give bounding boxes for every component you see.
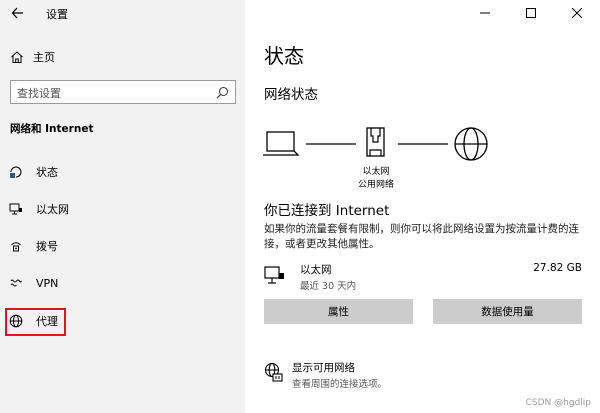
home-link[interactable]: 主页 [10, 48, 55, 66]
sidebar-item-label: 拨号 [36, 240, 58, 253]
back-button[interactable] [9, 4, 27, 22]
sidebar-item-status[interactable]: 状态 [8, 161, 228, 183]
minimize-button[interactable] [462, 0, 508, 26]
connection-time: 最近 30 天内 [300, 281, 357, 292]
close-icon [572, 8, 582, 18]
sidebar-item-ethernet[interactable]: 以太网 [8, 198, 228, 220]
back-arrow-icon [11, 7, 23, 19]
section-title: 网络和 Internet [10, 123, 94, 135]
search-input[interactable]: 查找设置 [10, 80, 236, 104]
available-networks-subtitle: 查看周围的连接选项。 [292, 379, 388, 390]
watermark: CSDN @hgdlip [525, 398, 591, 408]
ethernet-monitor-icon [8, 201, 24, 217]
laptop-icon [263, 131, 300, 156]
show-available-networks[interactable]: 显示可用网络 查看周围的连接选项。 [264, 360, 464, 392]
sidebar: 设置 主页 查找设置 网络和 Internet 状态 以太网 拨号 VPN 代理 [0, 0, 245, 413]
diagram-label-public-network: 公用网络 [357, 180, 394, 190]
sidebar-item-label: 状态 [36, 166, 58, 179]
search-placeholder: 查找设置 [17, 87, 61, 100]
titlebar-left: 设置 [0, 0, 245, 28]
maximize-icon [526, 8, 536, 18]
internet-globe-icon [454, 127, 488, 161]
properties-button[interactable]: 属性 [264, 299, 413, 324]
ethernet-connection-row: 以太网 最近 30 天内 27.82 GB [264, 262, 582, 292]
available-networks-icon [264, 362, 283, 382]
app-title: 设置 [46, 8, 68, 21]
network-status-heading: 网络状态 [264, 87, 318, 103]
proxy-highlight-box [5, 308, 66, 336]
close-button[interactable] [554, 0, 600, 26]
minimize-icon [480, 12, 490, 14]
connection-name: 以太网 [300, 264, 332, 276]
page-title: 状态 [264, 44, 304, 68]
sidebar-item-dialup[interactable]: 拨号 [8, 235, 228, 257]
available-networks-title: 显示可用网络 [292, 362, 355, 374]
sidebar-item-label: VPN [36, 276, 59, 290]
status-globe-icon [8, 164, 24, 180]
home-label: 主页 [33, 51, 55, 64]
maximize-button[interactable] [508, 0, 554, 26]
home-icon [11, 51, 23, 63]
connection-data-size: 27.82 GB [533, 262, 582, 274]
sidebar-item-label: 以太网 [36, 203, 69, 216]
network-diagram: 以太网 公用网络 [262, 122, 502, 192]
sidebar-item-vpn[interactable]: VPN [8, 272, 228, 294]
vpn-icon [8, 275, 24, 291]
search-icon [216, 87, 228, 99]
diagram-label-ethernet: 以太网 [362, 167, 390, 177]
connected-heading: 你已连接到 Internet [264, 203, 390, 219]
ethernet-port-icon [366, 127, 385, 157]
data-usage-button[interactable]: 数据使用量 [433, 299, 582, 324]
description-text: 如果你的流量套餐有限制，则你可以将此网络设置为按流量计费的连接，或者更改其他属性… [264, 223, 579, 250]
dialup-icon [8, 238, 24, 254]
ethernet-monitor-icon [264, 266, 284, 284]
